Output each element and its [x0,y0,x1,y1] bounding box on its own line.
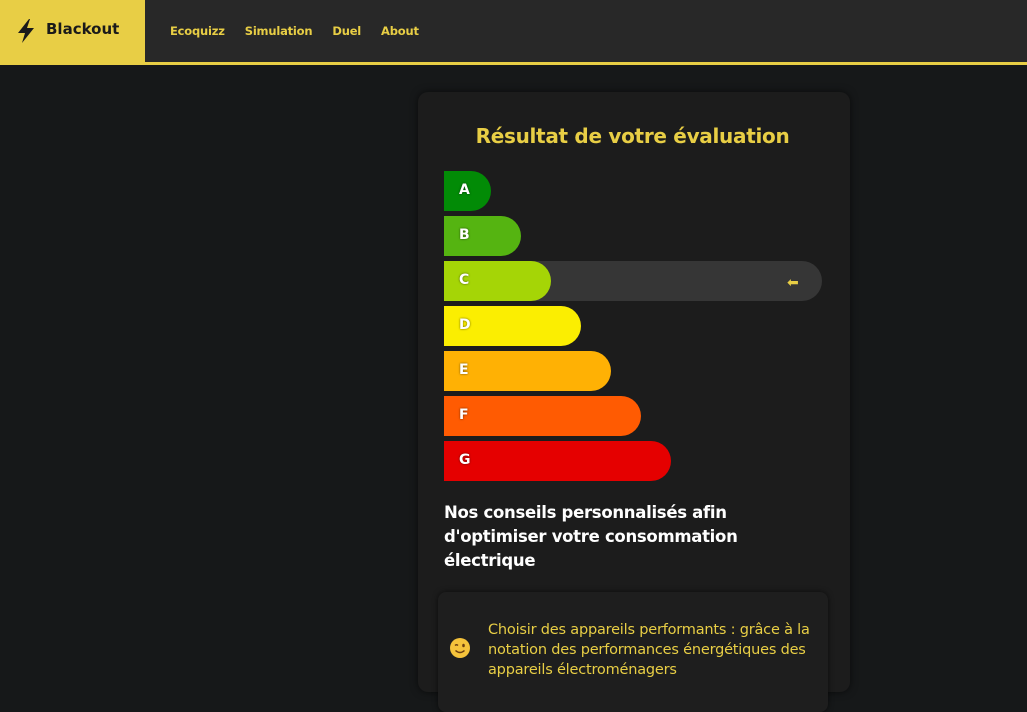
rating-letter: E [459,362,469,378]
rating-bar-a: A [444,171,491,211]
nav-link-simulation[interactable]: Simulation [245,24,313,38]
top-navbar: Blackout Ecoquizz Simulation Duel About [0,0,1027,65]
winking-face-icon [450,638,470,658]
nav-link-duel[interactable]: Duel [332,24,361,38]
rating-letter: A [459,182,470,198]
rating-bar-c: C [444,261,551,301]
rating-bar-d: D [444,306,581,346]
result-title: Résultat de votre évaluation [475,124,790,148]
lightning-bolt-icon [18,19,34,43]
nav-link-about[interactable]: About [381,24,419,38]
tip-text: Choisir des appareils performants : grâc… [488,622,810,678]
rating-letter: F [459,407,469,423]
brand-logo[interactable]: Blackout [0,0,145,62]
nav-links: Ecoquizz Simulation Duel About [170,24,439,38]
tips-heading: Nos conseils personnalisés afin d'optimi… [444,503,738,570]
nav-link-ecoquizz[interactable]: Ecoquizz [170,24,225,38]
rating-letter: B [459,227,470,243]
rating-bar-g: G [444,441,671,481]
rating-bar-b: B [444,216,521,256]
rating-bar-e: E [444,351,611,391]
rating-letter: D [459,317,471,333]
brand-name: Blackout [46,20,120,38]
rating-bar-f: F [444,396,641,436]
left-arrow-icon: ⬅ [787,275,799,291]
rating-letter: G [459,452,471,468]
rating-letter: C [459,272,470,288]
